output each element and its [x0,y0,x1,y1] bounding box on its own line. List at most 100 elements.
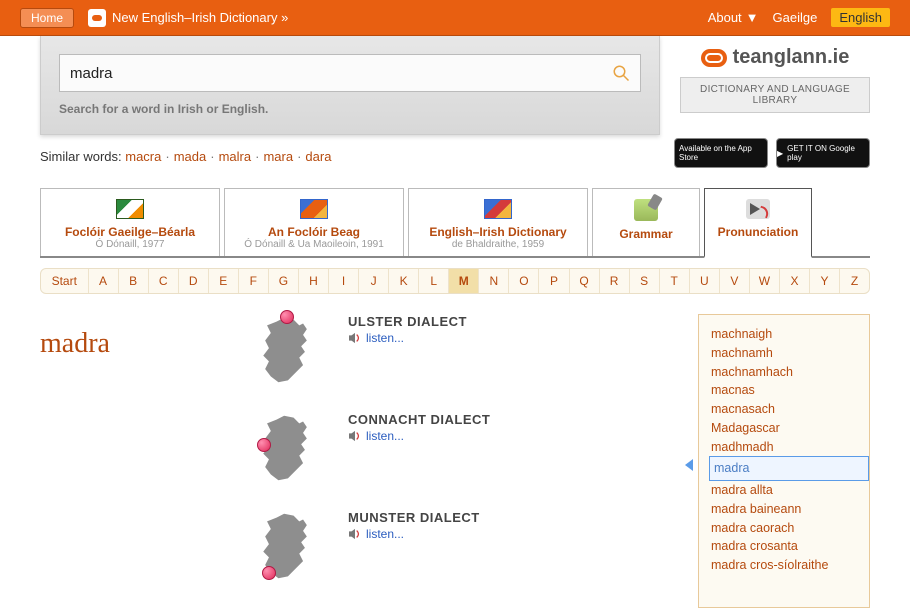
chevron-down-icon: ▼ [746,10,759,25]
new-dictionary-link[interactable]: New English–Irish Dictionary » [88,9,288,27]
tab-subtitle: de Bhaldraithe, 1959 [421,239,575,250]
alpha-letter[interactable]: L [419,269,449,293]
tab-subtitle: Ó Dónaill, 1977 [53,239,207,250]
wordlist-item[interactable]: madra [709,456,869,481]
similar-word-link[interactable]: dara [305,149,331,164]
speaker-icon [348,528,362,540]
playstore-label: GET IT ON Google play [787,144,869,162]
play-icon: ▶ [777,149,783,158]
speaker-icon [348,430,362,442]
search-icon[interactable] [612,64,630,82]
similar-word-link[interactable]: mara [263,149,293,164]
about-label: About [708,10,742,25]
dialect-title: MUNSTER DIALECT [348,510,480,525]
wordlist-item[interactable]: madra caorach [707,519,869,538]
alpha-letter[interactable]: U [690,269,720,293]
alpha-letter[interactable]: I [329,269,359,293]
topbar: Home New English–Irish Dictionary » Abou… [0,0,910,36]
alpha-letter[interactable]: R [600,269,630,293]
wordlist-item[interactable]: Madagascar [707,419,869,438]
alpha-letter[interactable]: A [89,269,119,293]
speaker-icon [348,332,362,344]
alpha-letter[interactable]: M [449,269,479,293]
listen-link[interactable]: listen... [348,331,467,345]
search-box [59,54,641,92]
dialect-block: MUNSTER DIALECT listen... [254,510,674,582]
tab-title: English–Irish Dictionary [421,225,575,239]
wordlist-item[interactable]: madhmadh [707,438,869,457]
about-menu[interactable]: About ▼ [708,10,759,25]
alpha-letter[interactable]: B [119,269,149,293]
flag-icon [300,199,328,219]
link-icon [88,9,106,27]
search-input[interactable] [70,65,612,82]
dialect-block: ULSTER DIALECTlisten... [254,314,674,386]
playstore-badge[interactable]: ▶ GET IT ON Google play [776,138,870,168]
alpha-letter[interactable]: Z [840,269,869,293]
site-tagline: DICTIONARY AND LANGUAGE LIBRARY [680,77,870,113]
similar-word-link[interactable]: macra [125,149,161,164]
listen-link[interactable]: listen... [348,527,480,541]
appstore-badge[interactable]: Available on the App Store [674,138,768,168]
tab-title: An Foclóir Beag [237,225,391,239]
search-hint: Search for a word in Irish or English. [59,102,641,116]
alpha-letter[interactable]: G [269,269,299,293]
site-logo[interactable]: teanglann.ie [680,46,870,69]
alpha-letter[interactable]: J [359,269,389,293]
similar-word-link[interactable]: malra [219,149,252,164]
wordlist-item[interactable]: machnaigh [707,325,869,344]
lang-english[interactable]: English [831,8,890,27]
tab-focloir-gaeilge-bearla[interactable]: Foclóir Gaeilge–Béarla Ó Dónaill, 1977 [40,188,220,256]
wordlist-item[interactable]: madra cros-síolraithe [707,556,869,575]
dialects-column: ULSTER DIALECTlisten... CONNACHT DIALECT l… [254,314,674,608]
similar-word-link[interactable]: mada [174,149,207,164]
headword: madra [40,314,230,608]
alpha-letter[interactable]: F [239,269,269,293]
alpha-letter[interactable]: D [179,269,209,293]
brand-column: teanglann.ie DICTIONARY AND LANGUAGE LIB… [680,36,870,113]
map-pin-icon [280,310,294,324]
wordlist-item[interactable]: macnas [707,381,869,400]
alpha-letter[interactable]: P [539,269,569,293]
tab-title: Pronunciation [717,225,799,239]
wordlist-item[interactable]: macnasach [707,400,869,419]
alpha-letter[interactable]: H [299,269,329,293]
alpha-letter[interactable]: T [660,269,690,293]
alpha-letter[interactable]: N [479,269,509,293]
ireland-map-icon [254,510,318,582]
dictionary-tabs: Foclóir Gaeilge–Béarla Ó Dónaill, 1977 A… [40,188,870,258]
map-pin-icon [257,438,271,452]
flag-icon [116,199,144,219]
tab-pronunciation[interactable]: Pronunciation [704,188,812,258]
alpha-letter[interactable]: C [149,269,179,293]
tab-english-irish[interactable]: English–Irish Dictionary de Bhaldraithe,… [408,188,588,256]
home-button[interactable]: Home [20,8,74,28]
tab-grammar[interactable]: Grammar [592,188,700,256]
flag-icon [484,199,512,219]
map-pin-icon [262,566,276,580]
similar-label: Similar words: [40,149,122,164]
alpha-letter[interactable]: K [389,269,419,293]
alpha-letter[interactable]: Y [810,269,840,293]
alpha-start[interactable]: Start [41,269,89,293]
alpha-letter[interactable]: O [509,269,539,293]
ireland-map-icon [254,314,318,386]
alpha-letter[interactable]: Q [570,269,600,293]
alpha-letter[interactable]: X [780,269,810,293]
alpha-letter[interactable]: W [750,269,780,293]
alpha-letter[interactable]: E [209,269,239,293]
alpha-letter[interactable]: S [630,269,660,293]
app-store-badges: Available on the App Store ▶ GET IT ON G… [674,138,870,168]
tab-focloir-beag[interactable]: An Foclóir Beag Ó Dónaill & Ua Maoileoin… [224,188,404,256]
wordlist-item[interactable]: madra allta [707,481,869,500]
listen-link[interactable]: listen... [348,429,490,443]
appstore-label: Available on the App Store [679,144,767,162]
dialect-title: CONNACHT DIALECT [348,412,490,427]
search-panel: Search for a word in Irish or English. [40,36,660,135]
wordlist-item[interactable]: machnamhach [707,363,869,382]
lang-gaeilge[interactable]: Gaeilge [773,10,818,25]
alpha-letter[interactable]: V [720,269,750,293]
wordlist-item[interactable]: madra baineann [707,500,869,519]
wordlist-item[interactable]: machnamh [707,344,869,363]
wordlist-item[interactable]: madra crosanta [707,537,869,556]
